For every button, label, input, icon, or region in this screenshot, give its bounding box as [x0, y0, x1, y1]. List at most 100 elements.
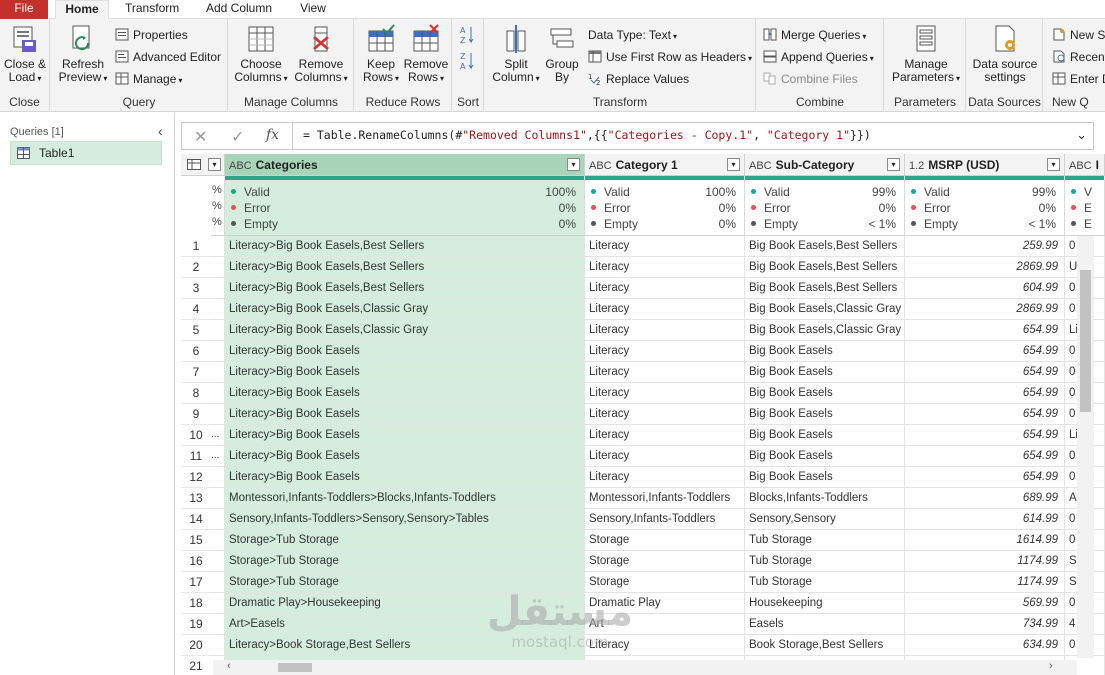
table-cell[interactable]: 654.99 — [905, 320, 1065, 341]
table-cell[interactable]: Big Book Easels — [745, 425, 905, 446]
table-cell[interactable]: ... — [211, 425, 225, 446]
table-cell[interactable] — [211, 572, 225, 593]
table-cell[interactable]: 614.99 — [905, 509, 1065, 530]
table-cell[interactable]: Literacy — [585, 299, 745, 320]
scroll-right-icon[interactable]: › — [1049, 660, 1053, 672]
table-cell[interactable]: Literacy — [585, 425, 745, 446]
advanced-editor-button[interactable]: Advanced Editor — [115, 48, 221, 66]
row-number[interactable]: 10 — [181, 425, 211, 446]
text-type-icon[interactable]: ABC — [229, 155, 252, 175]
tab-transform[interactable]: Transform — [125, 0, 179, 19]
table-cell[interactable]: Literacy>Big Book Easels,Classic Gray — [225, 299, 585, 320]
table-cell[interactable]: Big Book Easels,Best Sellers — [745, 236, 905, 257]
table-cell[interactable]: Literacy — [585, 341, 745, 362]
table-cell[interactable]: Literacy>Book Storage,Best Sellers — [225, 635, 585, 656]
table-cell[interactable]: Literacy — [585, 257, 745, 278]
collapse-queries-icon[interactable]: ‹ — [158, 123, 163, 139]
row-number[interactable]: 6 — [181, 341, 211, 362]
table-cell[interactable]: Literacy>Big Book Easels,Best Sellers — [225, 236, 585, 257]
remove-columns-button[interactable]: Remove Columns ▾ — [292, 23, 350, 85]
table-cell[interactable]: Literacy>Big Book Easels,Best Sellers — [225, 278, 585, 299]
table-cell[interactable]: Book Storage,Best Sellers — [745, 635, 905, 656]
scroll-left-icon[interactable]: ‹ — [227, 660, 231, 672]
chevron-down-icon[interactable]: ▾ — [208, 158, 221, 171]
choose-columns-button[interactable]: Choose Columns ▾ — [232, 23, 290, 85]
table-cell[interactable]: Big Book Easels — [745, 383, 905, 404]
column-header[interactable]: ABC I — [1065, 154, 1105, 176]
manage-button[interactable]: Manage ▾ — [115, 70, 182, 88]
table-cell[interactable] — [211, 362, 225, 383]
row-number[interactable]: 2 — [181, 257, 211, 278]
table-cell[interactable]: 2869.99 — [905, 257, 1065, 278]
row-number[interactable]: 21 — [181, 656, 211, 675]
column-filter-dropdown-icon[interactable]: ▾ — [727, 158, 740, 171]
table-cell[interactable]: 1174.99 — [905, 572, 1065, 593]
refresh-preview-button[interactable]: Refresh Preview ▾ — [57, 23, 109, 85]
table-cell[interactable]: Blocks,Infants-Toddlers — [745, 488, 905, 509]
column-header[interactable]: 1.2 MSRP (USD) ▾ — [905, 154, 1065, 176]
tab-add-column[interactable]: Add Column — [205, 0, 273, 19]
row-number[interactable]: 7 — [181, 362, 211, 383]
table-cell[interactable]: 634.99 — [905, 635, 1065, 656]
append-queries-button[interactable]: Append Queries ▾ — [763, 48, 874, 66]
table-cell[interactable]: Dramatic Play — [585, 593, 745, 614]
table-cell[interactable]: Literacy — [585, 467, 745, 488]
row-number[interactable]: 5 — [181, 320, 211, 341]
table-cell[interactable]: Literacy>Big Book Easels — [225, 383, 585, 404]
decimal-type-icon[interactable]: 1.2 — [909, 155, 924, 175]
table-cell[interactable] — [211, 236, 225, 257]
recent-sources-button[interactable]: Recent — [1052, 48, 1105, 66]
table-cell[interactable]: Tub Storage — [745, 572, 905, 593]
table-cell[interactable]: Art>Easels — [225, 614, 585, 635]
keep-rows-button[interactable]: Keep Rows ▾ — [359, 23, 403, 85]
table-cell[interactable]: 654.99 — [905, 425, 1065, 446]
split-column-button[interactable]: Split Column ▾ — [491, 23, 541, 85]
table-cell[interactable] — [211, 488, 225, 509]
column-filter-dropdown-icon[interactable]: ▾ — [887, 158, 900, 171]
table-cell[interactable] — [211, 320, 225, 341]
table-cell[interactable]: Big Book Easels,Classic Gray — [745, 320, 905, 341]
table-cell[interactable] — [211, 551, 225, 572]
table-cell[interactable]: Big Book Easels,Classic Gray — [745, 299, 905, 320]
data-source-settings-button[interactable]: Data source settings — [970, 23, 1040, 84]
table-cell[interactable]: Big Book Easels — [745, 404, 905, 425]
row-number[interactable]: 9 — [181, 404, 211, 425]
column-filter-dropdown-icon[interactable]: ▾ — [567, 158, 580, 171]
table-cell[interactable]: Storage — [585, 530, 745, 551]
table-cell[interactable]: Art — [585, 614, 745, 635]
table-cell[interactable]: Literacy — [585, 278, 745, 299]
sort-ascending-button[interactable]: AZ — [460, 25, 476, 45]
table-cell[interactable]: Montessori,Infants-Toddlers — [585, 488, 745, 509]
properties-button[interactable]: Properties — [115, 26, 188, 44]
table-cell[interactable] — [211, 299, 225, 320]
table-cell[interactable] — [211, 383, 225, 404]
row-number[interactable]: 12 — [181, 467, 211, 488]
table-cell[interactable]: Storage>Tub Storage — [225, 530, 585, 551]
table-cell[interactable] — [211, 341, 225, 362]
table-cell[interactable] — [211, 614, 225, 635]
table-cell[interactable]: 1614.99 — [905, 530, 1065, 551]
table-cell[interactable]: Big Book Easels — [745, 362, 905, 383]
table-cell[interactable]: Big Book Easels,Best Sellers — [745, 278, 905, 299]
tab-home[interactable]: Home — [55, 0, 109, 20]
column-header[interactable]: ABC Categories ▾ — [225, 154, 585, 176]
table-cell[interactable]: Housekeeping — [745, 593, 905, 614]
horizontal-scrollbar[interactable]: ‹ › — [213, 660, 1077, 675]
combine-files-button[interactable]: Combine Files — [763, 70, 858, 88]
manage-parameters-button[interactable]: Manage Parameters ▾ — [890, 23, 962, 85]
function-icon[interactable]: fx — [266, 127, 279, 143]
table-cell[interactable]: 569.99 — [905, 593, 1065, 614]
new-source-button[interactable]: New So — [1052, 26, 1105, 44]
row-number[interactable]: 17 — [181, 572, 211, 593]
use-first-row-as-headers-button[interactable]: Use First Row as Headers ▾ — [588, 48, 752, 66]
row-number[interactable]: 18 — [181, 593, 211, 614]
group-by-button[interactable]: Group By — [543, 23, 581, 84]
text-type-icon[interactable]: ABC — [749, 155, 772, 175]
table-cell[interactable]: Literacy>Big Book Easels,Best Sellers — [225, 257, 585, 278]
row-number[interactable]: 20 — [181, 635, 211, 656]
formula-input[interactable]: = Table.RenameColumns(#"Removed Columns1… — [303, 128, 871, 142]
merge-queries-button[interactable]: Merge Queries ▾ — [763, 26, 866, 44]
table-cell[interactable]: Literacy>Big Book Easels — [225, 341, 585, 362]
table-cell[interactable]: Literacy — [585, 635, 745, 656]
table-cell[interactable]: Literacy>Big Book Easels — [225, 425, 585, 446]
